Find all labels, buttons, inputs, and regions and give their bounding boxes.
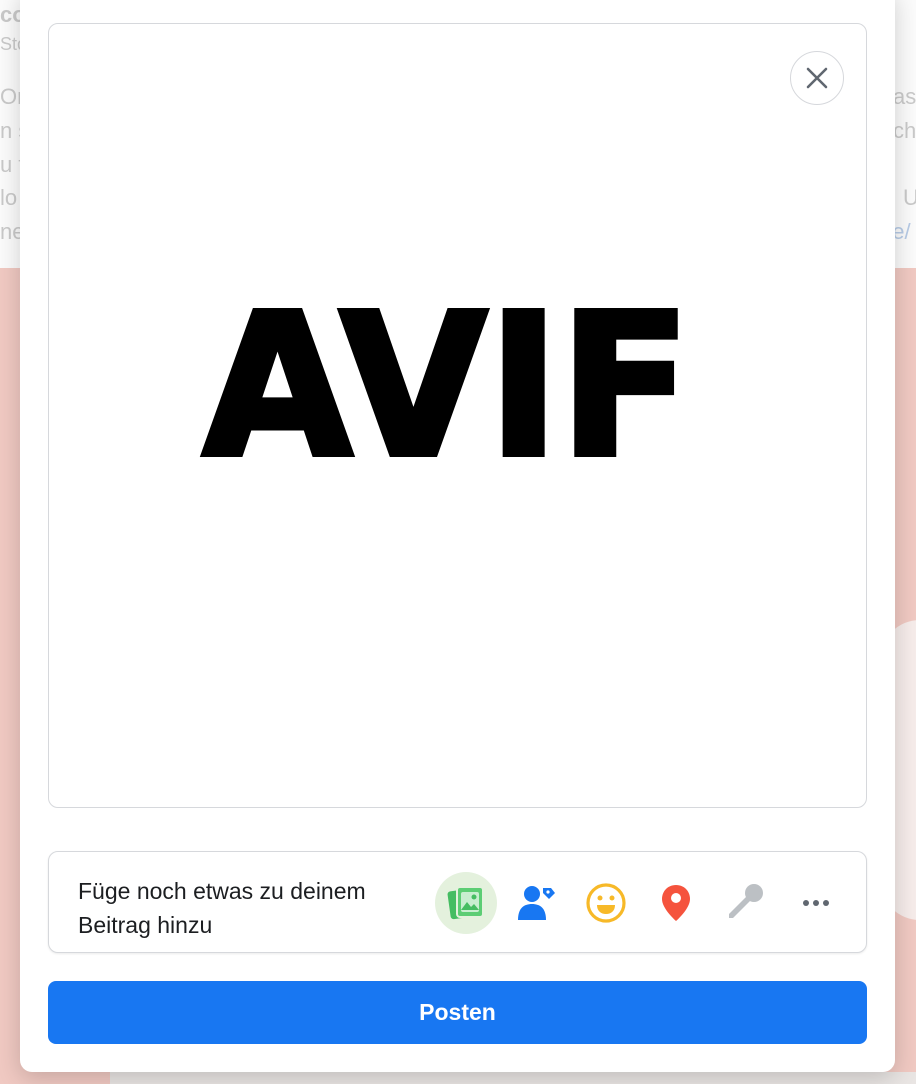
bg-text-fragment: as xyxy=(893,84,916,109)
close-icon xyxy=(806,67,828,89)
bg-text-fragment: U xyxy=(903,185,916,210)
background-image-fragment xyxy=(110,1072,916,1084)
remove-image-button[interactable] xyxy=(790,51,844,105)
bg-text-fragment: lo xyxy=(0,185,18,210)
preview-image-text: AVIF xyxy=(203,308,691,458)
check-in-button[interactable] xyxy=(645,872,707,934)
tag-people-icon xyxy=(518,886,555,920)
bg-text-fragment: ch xyxy=(893,118,916,143)
post-button[interactable]: Posten xyxy=(48,981,867,1044)
feeling-emoji-icon xyxy=(586,883,626,923)
photo-video-icon xyxy=(447,886,484,920)
add-to-post-label: Füge noch etwas zu deinem Beitrag hinzu xyxy=(78,878,366,938)
add-photo-video-button[interactable] xyxy=(435,872,497,934)
more-options-icon xyxy=(803,900,829,906)
create-post-dialog: AVIF Füge noch etwas zu deinem Beitrag h… xyxy=(20,0,895,1072)
add-to-post-bar: Füge noch etwas zu deinem Beitrag hinzu xyxy=(48,851,867,953)
preview-image: AVIF xyxy=(200,308,694,458)
microphone-icon xyxy=(729,884,763,918)
location-pin-icon xyxy=(662,885,690,921)
live-audio-button[interactable] xyxy=(715,872,777,934)
feeling-activity-button[interactable] xyxy=(575,872,637,934)
more-options-button[interactable] xyxy=(785,872,847,934)
tag-people-button[interactable] xyxy=(505,872,567,934)
image-preview: AVIF xyxy=(48,23,867,808)
